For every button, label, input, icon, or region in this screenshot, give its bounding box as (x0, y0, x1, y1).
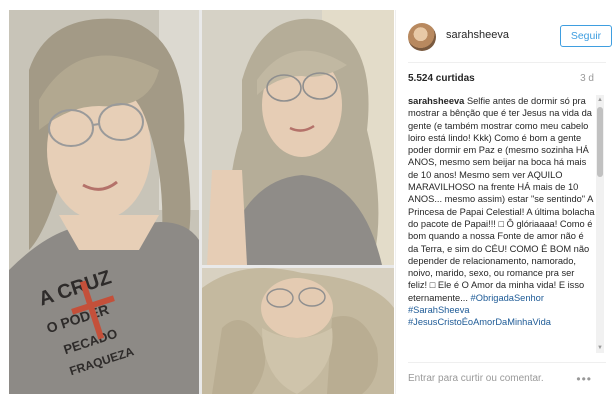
likes-count[interactable]: 5.524 curtidas (408, 73, 475, 84)
hashtag-link[interactable]: #ObrigadaSenhor (471, 293, 544, 303)
photo-collage: A CRUZ O PODER PECADO FRAQUEZA (9, 10, 394, 394)
post-sidebar: sarahsheeva Seguir 5.524 curtidas 3 d sa… (395, 10, 612, 394)
more-options-icon[interactable]: ••• (576, 372, 592, 386)
caption-scrollbar[interactable]: ▲ ▼ (596, 95, 604, 353)
comment-login-link[interactable]: Entrar para curtir ou comentar. (408, 373, 544, 384)
scroll-thumb[interactable] (597, 107, 603, 177)
photo-left: A CRUZ O PODER PECADO FRAQUEZA (9, 10, 199, 394)
scroll-down-icon[interactable]: ▼ (597, 345, 603, 351)
photo-bottom-right (202, 268, 394, 394)
scroll-up-icon[interactable]: ▲ (597, 97, 603, 103)
selfie-right-illustration (202, 10, 394, 265)
header-divider (408, 62, 606, 63)
hashtag-link[interactable]: #JesusCristoÉoAmorDaMinhaVida (408, 317, 551, 327)
follow-button[interactable]: Seguir (560, 25, 612, 47)
avatar[interactable] (408, 23, 436, 51)
caption-username[interactable]: sarahsheeva (408, 96, 464, 106)
footer-divider (408, 362, 606, 363)
caption-text: Selfie antes de dormir só pra mostrar a … (408, 96, 595, 303)
closeup-hair-illustration (202, 268, 394, 394)
post-header: sarahsheeva Seguir (408, 20, 612, 56)
hashtag-link[interactable]: #SarahSheeva (408, 305, 470, 315)
caption: sarahsheeva Selfie antes de dormir só pr… (408, 95, 596, 353)
username-link[interactable]: sarahsheeva (446, 29, 509, 41)
photo-top-right (202, 10, 394, 265)
post-time[interactable]: 3 d (580, 73, 594, 84)
